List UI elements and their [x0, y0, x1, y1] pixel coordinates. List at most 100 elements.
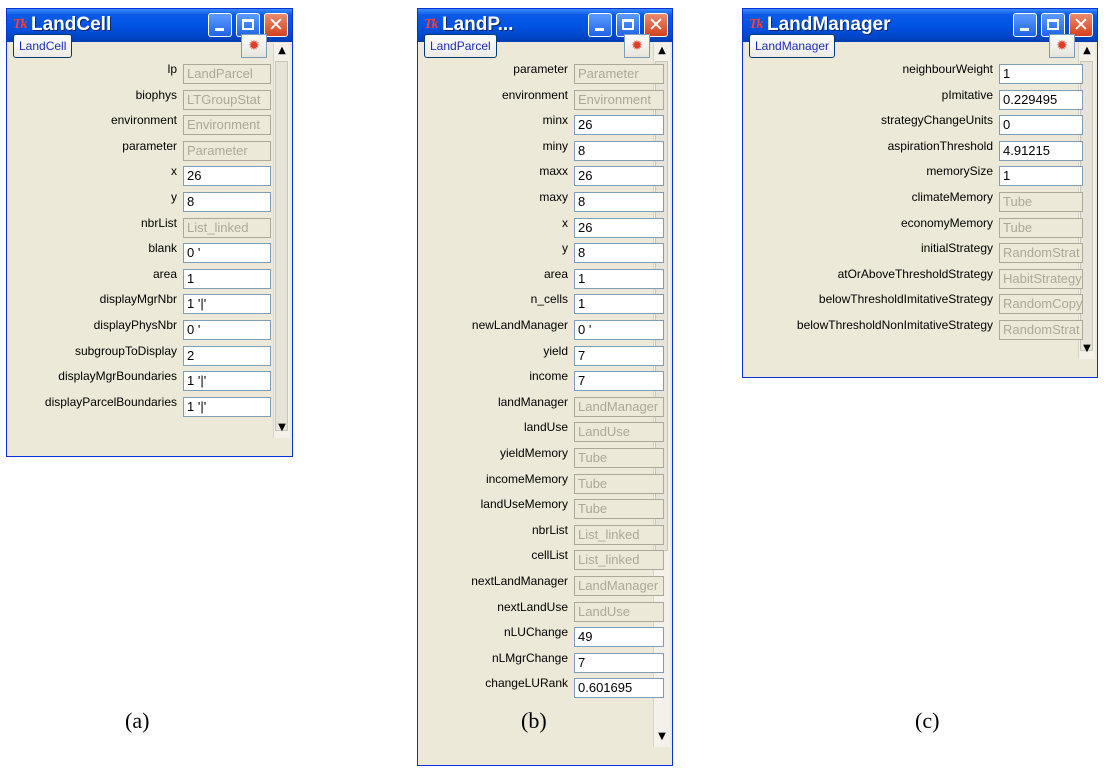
field-label: incomeMemory: [485, 471, 568, 486]
scroll-down-button[interactable]: ▼: [654, 729, 670, 745]
field-row: miny 8: [418, 138, 664, 163]
arrow-up-icon: ▲: [278, 45, 286, 56]
field-value[interactable]: 26: [574, 115, 664, 136]
field-row: aspirationThreshold 4.91215: [743, 139, 1083, 163]
arrow-down-icon: ▼: [658, 731, 666, 742]
inspector-window-c: Tk LandManager ✕ LandManager ✹ ▲ ▼ neighbourWei…: [742, 8, 1098, 378]
field-value[interactable]: 49: [574, 627, 664, 648]
field-row: parameter Parameter: [418, 62, 664, 86]
bug-icon: ✹: [1056, 38, 1068, 54]
field-value[interactable]: 1: [999, 166, 1083, 187]
field-value[interactable]: 26: [183, 166, 271, 187]
field-value[interactable]: 1 '|': [183, 294, 271, 315]
scroll-down-button[interactable]: ▼: [274, 420, 290, 436]
scroll-up-button[interactable]: ▲: [1079, 43, 1095, 59]
field-label: nLMgrChange: [491, 650, 568, 665]
field-label: cellList: [531, 548, 568, 563]
scroll-up-button[interactable]: ▲: [274, 43, 290, 59]
field-row: blank 0 ': [7, 241, 272, 265]
field-row: atOrAboveThresholdStrategy HabitStrategy: [743, 267, 1083, 291]
field-row: parameter Parameter: [7, 139, 272, 163]
field-label: neighbourWeight: [902, 62, 993, 76]
field-row: climateMemory Tube: [743, 190, 1083, 214]
field-label: changeLURank: [485, 676, 568, 691]
inspector-body: LandParcel ✹ ▲ ▼ parameter Parameter environme…: [418, 9, 672, 765]
field-row: nextLandManager LandManager: [418, 574, 664, 598]
field-value[interactable]: 4.91215: [999, 140, 1083, 161]
field-row: memorySize 1: [743, 164, 1083, 188]
field-label: maxy: [539, 190, 568, 204]
class-name-button[interactable]: LandManager: [749, 34, 836, 58]
field-value: HabitStrategy: [999, 268, 1083, 289]
field-value[interactable]: 1: [183, 268, 271, 289]
figure-caption: (a): [125, 708, 150, 733]
field-value[interactable]: 1: [999, 64, 1083, 84]
field-row: displayPhysNbr 0 ': [7, 318, 272, 342]
scroll-thumb[interactable]: [275, 61, 288, 431]
field-row: neighbourWeight 1: [743, 62, 1083, 86]
field-value[interactable]: 26: [574, 217, 664, 238]
field-value: LandParcel: [183, 64, 271, 84]
field-value: RandomCopy: [999, 294, 1083, 315]
inspector-window-b: Tk LandP... ✕ LandParcel ✹ ▲ ▼ parameter Paramet…: [417, 8, 673, 766]
field-label: parameter: [513, 62, 568, 76]
field-value[interactable]: 1: [574, 294, 664, 315]
figure-caption: (b): [521, 708, 547, 733]
field-label: newLandManager: [471, 318, 568, 332]
scroll-up-button[interactable]: ▲: [654, 43, 670, 59]
field-row: maxy 8: [418, 190, 664, 214]
field-label: income: [529, 369, 568, 384]
field-value[interactable]: 8: [183, 192, 271, 212]
field-value[interactable]: 8: [574, 192, 664, 212]
field-value[interactable]: 8: [574, 140, 664, 161]
field-row: pImitative 0.229495: [743, 88, 1083, 112]
field-label: miny: [542, 138, 568, 153]
class-name-button[interactable]: LandParcel: [424, 34, 497, 58]
field-value: Parameter: [574, 64, 664, 84]
field-value: List_linked: [574, 550, 664, 571]
field-value[interactable]: 1 '|': [183, 396, 271, 417]
field-row: income 7: [418, 369, 664, 393]
field-value[interactable]: 0.601695: [574, 678, 664, 699]
field-label: initialStrategy: [920, 241, 993, 256]
field-row: nbrList List_linked: [418, 523, 664, 547]
drop-object-button[interactable]: ✹: [624, 34, 650, 58]
inspector-body: LandCell ✹ ▲ ▼ lp LandParcel biophys LTGroupSta…: [7, 9, 292, 456]
drop-object-button[interactable]: ✹: [1049, 34, 1075, 58]
field-value[interactable]: 0 ': [183, 243, 271, 264]
field-label: nLUChange: [503, 625, 568, 640]
figure-caption: (c): [915, 708, 940, 733]
field-value[interactable]: 8: [574, 243, 664, 264]
field-label: area: [152, 266, 177, 281]
field-row: nbrList List_linked: [7, 216, 272, 240]
field-value[interactable]: 7: [574, 652, 664, 673]
field-row: n_cells 1: [418, 292, 664, 316]
field-value[interactable]: 2: [183, 345, 271, 366]
field-row: environment Environment: [7, 113, 272, 137]
field-value[interactable]: 1 '|': [183, 371, 271, 392]
field-value[interactable]: 0 ': [183, 320, 271, 340]
scroll-down-button[interactable]: ▼: [1079, 341, 1095, 357]
field-label: strategyChangeUnits: [880, 113, 993, 128]
field-row: changeLURank 0.601695: [418, 676, 664, 700]
field-value[interactable]: 1: [574, 268, 664, 289]
drop-object-button[interactable]: ✹: [241, 34, 267, 58]
field-row: environment Environment: [418, 88, 664, 112]
field-row: displayMgrBoundaries 1 '|': [7, 369, 272, 393]
field-row: maxx 26: [418, 164, 664, 188]
field-value[interactable]: 0: [999, 115, 1083, 136]
field-label: climateMemory: [911, 190, 993, 204]
vertical-scrollbar[interactable]: ▲ ▼: [273, 43, 290, 438]
field-row: minx 26: [418, 113, 664, 137]
field-value: RandomStrat: [999, 243, 1083, 264]
field-value[interactable]: 26: [574, 166, 664, 187]
field-value: Tube: [574, 499, 664, 520]
field-row: area 1: [418, 267, 664, 291]
field-label: blank: [148, 241, 177, 256]
field-value[interactable]: 7: [574, 371, 664, 392]
field-value: LandUse: [574, 601, 664, 622]
field-value[interactable]: 7: [574, 345, 664, 366]
field-value[interactable]: 0 ': [574, 320, 664, 340]
field-value[interactable]: 0.229495: [999, 89, 1083, 110]
class-name-button[interactable]: LandCell: [13, 34, 73, 58]
